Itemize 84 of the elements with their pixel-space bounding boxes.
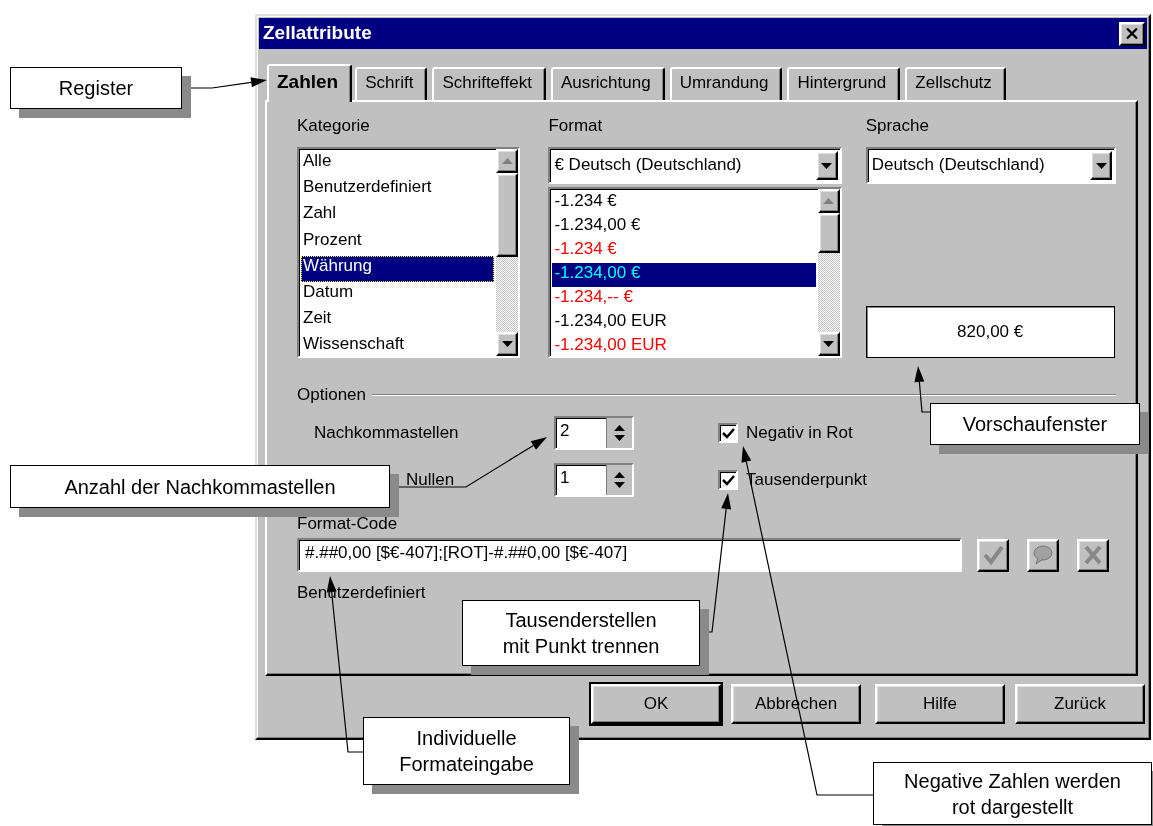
list-item[interactable]: Wissenschaft xyxy=(301,334,495,356)
up-arrow-icon xyxy=(614,425,625,431)
list-row[interactable]: -1.234,00 EUR xyxy=(552,311,816,335)
down-arrow-icon xyxy=(823,341,835,347)
tab[interactable]: Schrift xyxy=(355,67,428,100)
list-item-text: -1.234,00 EUR xyxy=(554,335,667,354)
speech-bubble-icon xyxy=(1031,543,1055,567)
format-code-button[interactable] xyxy=(977,538,1009,572)
checkbox[interactable] xyxy=(718,423,738,443)
list-item[interactable]: Alle xyxy=(301,151,495,178)
scroll-thumb[interactable] xyxy=(496,173,519,257)
down-arrow-icon xyxy=(1095,162,1107,169)
tab[interactable]: Schrifteffekt xyxy=(432,67,546,100)
list-item[interactable]: Zeit xyxy=(301,308,495,335)
format-dropdown[interactable]: € Deutsch (Deutschland) xyxy=(548,147,842,184)
format-code-button[interactable] xyxy=(1077,538,1109,572)
scrollbar[interactable] xyxy=(817,189,840,356)
dialog-button[interactable]: Zurück xyxy=(1015,684,1145,724)
dropdown-button[interactable] xyxy=(815,151,838,180)
list-item-text: -1.234,00 € xyxy=(554,263,641,282)
scroll-up-button[interactable] xyxy=(496,149,519,173)
field-label: Format xyxy=(548,116,604,137)
up-arrow-icon xyxy=(614,472,625,478)
list-row[interactable]: -1.234,00 € xyxy=(552,263,816,287)
list-row[interactable]: -1.234 € xyxy=(552,239,816,263)
field-label: Kategorie xyxy=(297,116,371,137)
up-arrow-icon xyxy=(823,198,835,204)
list-row[interactable]: -1.234,00 € xyxy=(552,215,816,239)
format-code-button[interactable] xyxy=(1027,538,1059,572)
check-icon xyxy=(981,543,1005,567)
list-item[interactable]: Prozent xyxy=(301,229,495,256)
number-spinner[interactable]: 1 xyxy=(554,463,634,497)
check-icon xyxy=(721,474,735,486)
tab[interactable]: Zellschutz xyxy=(905,67,1006,100)
field-label: Nachkommastellen xyxy=(314,422,459,442)
group-label: Optionen xyxy=(297,384,366,406)
dropdown-value: Deutsch (Deutschland) xyxy=(871,155,1045,176)
spinner-value: 1 xyxy=(559,467,571,489)
tab[interactable]: Ausrichtung xyxy=(550,67,665,100)
language-dropdown[interactable]: Deutsch (Deutschland) xyxy=(865,147,1116,184)
tab[interactable]: Hintergrund xyxy=(787,67,901,100)
field-label: Format-Code xyxy=(297,514,399,535)
down-arrow-icon xyxy=(614,482,625,488)
preview-box: 820,00 € xyxy=(865,306,1115,358)
close-button[interactable] xyxy=(1119,21,1145,46)
list-item[interactable]: Datum xyxy=(301,281,495,309)
list-item-text: -1.234,00 EUR xyxy=(554,311,667,330)
list-item[interactable]: Benutzerdefiniert xyxy=(301,177,495,204)
list-row[interactable]: -1.234,00 EUR xyxy=(552,335,816,356)
tab[interactable]: Umrandung xyxy=(669,67,783,100)
field-label: Sprache xyxy=(865,116,930,137)
check-icon xyxy=(721,427,735,439)
list-item-text: -1.234,00 € xyxy=(554,215,641,234)
down-arrow-icon xyxy=(501,341,513,347)
list-item-text: -1.234 € xyxy=(554,239,617,258)
scrollbar[interactable] xyxy=(496,149,519,356)
field-label: Nullen xyxy=(406,469,455,489)
format-code-field[interactable]: #.##0,00 [$€-407];[ROT]-#.##0,00 [$€-407] xyxy=(297,538,962,572)
dropdown-button[interactable] xyxy=(1090,151,1112,180)
down-arrow-icon xyxy=(821,162,833,169)
up-arrow-icon xyxy=(501,158,513,164)
checkbox[interactable] xyxy=(718,470,738,490)
list-item-text: -1.234 € xyxy=(554,191,617,210)
callout-label: Negative Zahlen werden rot dargestellt xyxy=(873,762,1152,825)
dropdown-value: € Deutsch (Deutschland) xyxy=(554,155,742,176)
scroll-up-button[interactable] xyxy=(817,189,840,213)
dialog-button[interactable]: Hilfe xyxy=(875,684,1005,724)
down-arrow-icon xyxy=(614,435,625,441)
window-title: Zellattribute xyxy=(263,22,372,45)
spinner-value: 2 xyxy=(559,420,571,442)
list-row[interactable]: -1.234 € xyxy=(552,191,816,215)
tab[interactable]: Zahlen xyxy=(267,64,353,102)
list-item[interactable]: Währung xyxy=(301,255,495,282)
dialog-button[interactable]: OK xyxy=(591,684,721,724)
leader-line xyxy=(914,366,931,413)
list-item[interactable]: Zahl xyxy=(301,203,495,230)
list-row[interactable]: -1.234,-- € xyxy=(552,287,816,311)
scroll-thumb[interactable] xyxy=(817,213,840,253)
list-item-text: -1.234,-- € xyxy=(554,287,633,306)
close-icon xyxy=(1126,28,1138,39)
scroll-down-button[interactable] xyxy=(496,332,519,356)
number-spinner[interactable]: 2 xyxy=(554,416,634,450)
scroll-down-button[interactable] xyxy=(817,332,840,356)
checkbox-label: Negativ in Rot xyxy=(746,422,853,444)
